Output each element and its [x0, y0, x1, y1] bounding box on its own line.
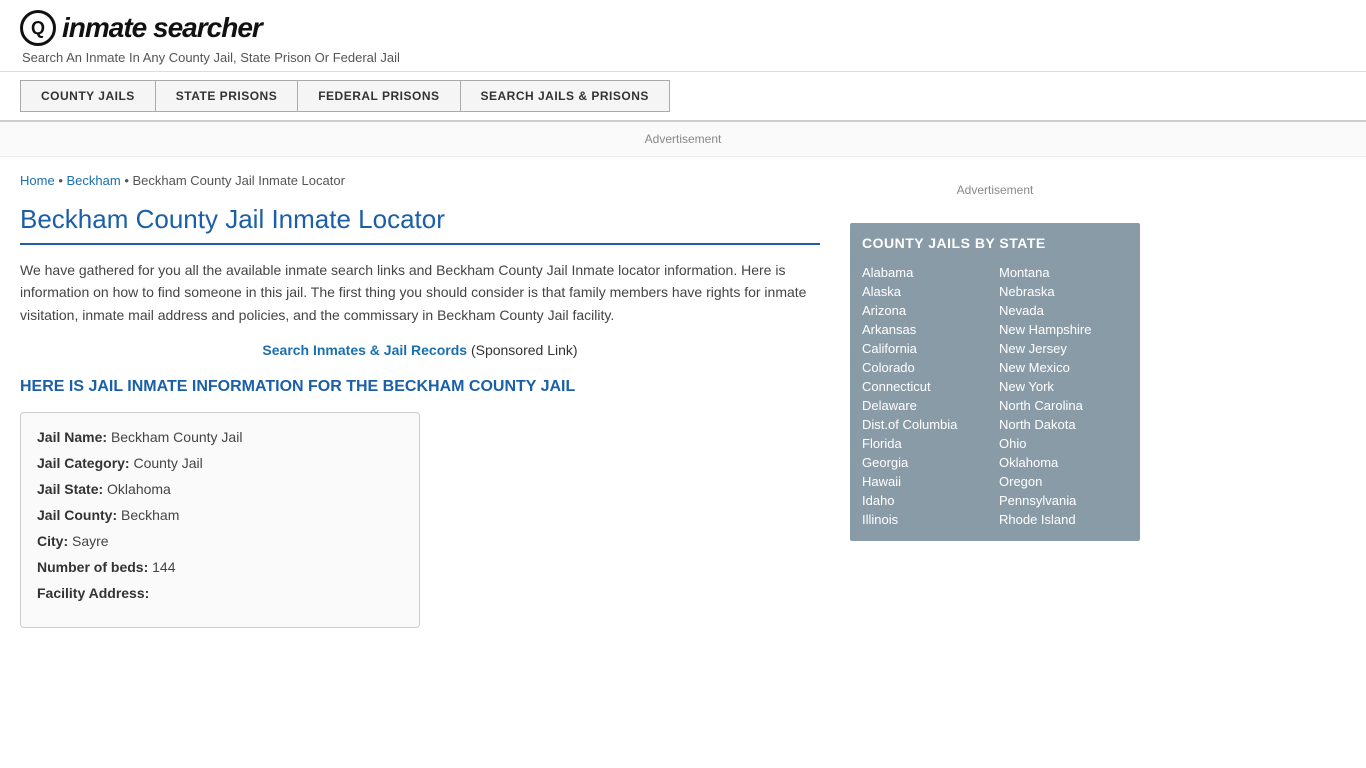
jail-state-label: Jail State: [37, 481, 103, 497]
beds-row: Number of beds: 144 [37, 559, 403, 575]
sidebar-ad: Advertisement [850, 173, 1140, 207]
beds-val: 144 [152, 559, 175, 575]
state-link[interactable]: Idaho [862, 491, 991, 510]
ad-banner: Advertisement [0, 122, 1366, 157]
state-link[interactable]: New York [999, 377, 1128, 396]
logo-icon: Q [20, 10, 56, 46]
state-link[interactable]: Hawaii [862, 472, 991, 491]
state-link[interactable]: Connecticut [862, 377, 991, 396]
jail-name-val: Beckham County Jail [111, 429, 243, 445]
state-link[interactable]: Colorado [862, 358, 991, 377]
state-link[interactable]: Alabama [862, 263, 991, 282]
jail-category-label: Jail Category: [37, 455, 130, 471]
info-heading: HERE IS JAIL INMATE INFORMATION FOR THE … [20, 378, 820, 396]
state-link[interactable]: New Jersey [999, 339, 1128, 358]
logo-area: Q inmate searcher [20, 10, 1346, 46]
state-link[interactable]: New Mexico [999, 358, 1128, 377]
state-link[interactable]: Florida [862, 434, 991, 453]
state-link[interactable]: Pennsylvania [999, 491, 1128, 510]
state-link[interactable]: Arizona [862, 301, 991, 320]
state-link[interactable]: New Hampshire [999, 320, 1128, 339]
jail-state-val: Oklahoma [107, 481, 171, 497]
description: We have gathered for you all the availab… [20, 259, 820, 326]
state-link[interactable]: Dist.of Columbia [862, 415, 991, 434]
state-link[interactable]: Georgia [862, 453, 991, 472]
state-link[interactable]: Illinois [862, 510, 991, 529]
logo-text: inmate searcher [62, 12, 262, 44]
jail-name-label: Jail Name: [37, 429, 107, 445]
search-jails-button[interactable]: SEARCH JAILS & PRISONS [460, 80, 670, 112]
breadcrumb-parent-link[interactable]: Beckham [66, 173, 120, 188]
state-link[interactable]: Nebraska [999, 282, 1128, 301]
jail-category-row: Jail Category: County Jail [37, 455, 403, 471]
state-link[interactable]: Delaware [862, 396, 991, 415]
state-link[interactable]: Arkansas [862, 320, 991, 339]
jail-county-row: Jail County: Beckham [37, 507, 403, 523]
main-layout: Home • Beckham • Beckham County Jail Inm… [0, 157, 1200, 644]
state-link[interactable]: Oregon [999, 472, 1128, 491]
nav-buttons: COUNTY JAILS STATE PRISONS FEDERAL PRISO… [20, 80, 1346, 112]
jail-county-val: Beckham [121, 507, 179, 523]
state-link[interactable]: Rhode Island [999, 510, 1128, 529]
nav: COUNTY JAILS STATE PRISONS FEDERAL PRISO… [0, 72, 1366, 122]
state-link[interactable]: Ohio [999, 434, 1128, 453]
breadcrumb-home-link[interactable]: Home [20, 173, 55, 188]
state-prisons-button[interactable]: STATE PRISONS [155, 80, 297, 112]
state-box-title: COUNTY JAILS BY STATE [862, 235, 1128, 251]
breadcrumb-current: Beckham County Jail Inmate Locator [132, 173, 344, 188]
state-link[interactable]: Oklahoma [999, 453, 1128, 472]
address-row: Facility Address: [37, 585, 403, 601]
city-label: City: [37, 533, 68, 549]
federal-prisons-button[interactable]: FEDERAL PRISONS [297, 80, 459, 112]
states-left-col: AlabamaAlaskaArizonaArkansasCaliforniaCo… [862, 263, 991, 529]
state-grid: AlabamaAlaskaArizonaArkansasCaliforniaCo… [862, 263, 1128, 529]
jail-name-row: Jail Name: Beckham County Jail [37, 429, 403, 445]
page-title: Beckham County Jail Inmate Locator [20, 204, 820, 245]
tagline: Search An Inmate In Any County Jail, Sta… [22, 50, 1346, 65]
state-link[interactable]: Montana [999, 263, 1128, 282]
sponsored-label-text: (Sponsored Link) [471, 342, 578, 358]
breadcrumb: Home • Beckham • Beckham County Jail Inm… [20, 173, 820, 188]
state-link[interactable]: Nevada [999, 301, 1128, 320]
state-link[interactable]: North Carolina [999, 396, 1128, 415]
info-box: Jail Name: Beckham County Jail Jail Cate… [20, 412, 420, 628]
state-link[interactable]: Alaska [862, 282, 991, 301]
jail-state-row: Jail State: Oklahoma [37, 481, 403, 497]
state-link[interactable]: North Dakota [999, 415, 1128, 434]
jail-category-val: County Jail [133, 455, 202, 471]
content: Home • Beckham • Beckham County Jail Inm… [20, 157, 820, 644]
city-row: City: Sayre [37, 533, 403, 549]
jail-county-label: Jail County: [37, 507, 117, 523]
state-box: COUNTY JAILS BY STATE AlabamaAlaskaArizo… [850, 223, 1140, 541]
address-label: Facility Address: [37, 585, 149, 601]
beds-label: Number of beds: [37, 559, 148, 575]
header: Q inmate searcher Search An Inmate In An… [0, 0, 1366, 72]
county-jails-button[interactable]: COUNTY JAILS [20, 80, 155, 112]
state-link[interactable]: California [862, 339, 991, 358]
city-val: Sayre [72, 533, 109, 549]
states-right-col: MontanaNebraskaNevadaNew HampshireNew Je… [999, 263, 1128, 529]
sponsored: Search Inmates & Jail Records (Sponsored… [20, 342, 820, 358]
sidebar: Advertisement COUNTY JAILS BY STATE Alab… [850, 157, 1140, 644]
sponsored-link[interactable]: Search Inmates & Jail Records [262, 342, 467, 358]
